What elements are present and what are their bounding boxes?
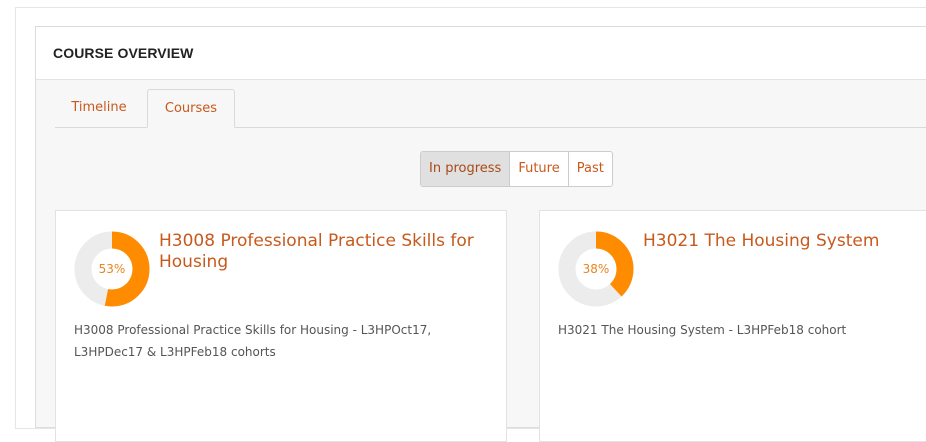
course-title-link[interactable]: H3021 The Housing System xyxy=(643,231,926,252)
course-summary: H3008 Professional Practice Skills for H… xyxy=(74,323,432,359)
course-card: 38% H3021 The Housing System H3021 The H… xyxy=(539,210,926,442)
filter-future-button[interactable]: Future xyxy=(509,152,567,186)
progress-percent: 53% xyxy=(98,262,126,276)
tab-timeline[interactable]: Timeline xyxy=(55,89,143,127)
progress-chart: 38% xyxy=(557,230,635,308)
filter-in-progress-button[interactable]: In progress xyxy=(421,152,510,186)
block-content: Timeline Courses In progress Future Past… xyxy=(35,26,926,442)
course-tabs: Timeline Courses xyxy=(55,89,926,128)
filter-past-button[interactable]: Past xyxy=(567,152,612,186)
course-filter-group: In progress Future Past xyxy=(420,151,613,187)
course-title-link[interactable]: H3008 Professional Practice Skills for H… xyxy=(159,231,489,273)
course-card: 53% H3008 Professional Practice Skills f… xyxy=(55,210,507,442)
progress-chart: 53% xyxy=(73,230,151,308)
course-summary: H3021 The Housing System - L3HPFeb18 coh… xyxy=(558,323,847,337)
progress-percent: 38% xyxy=(582,262,610,276)
tab-courses[interactable]: Courses xyxy=(147,89,235,128)
